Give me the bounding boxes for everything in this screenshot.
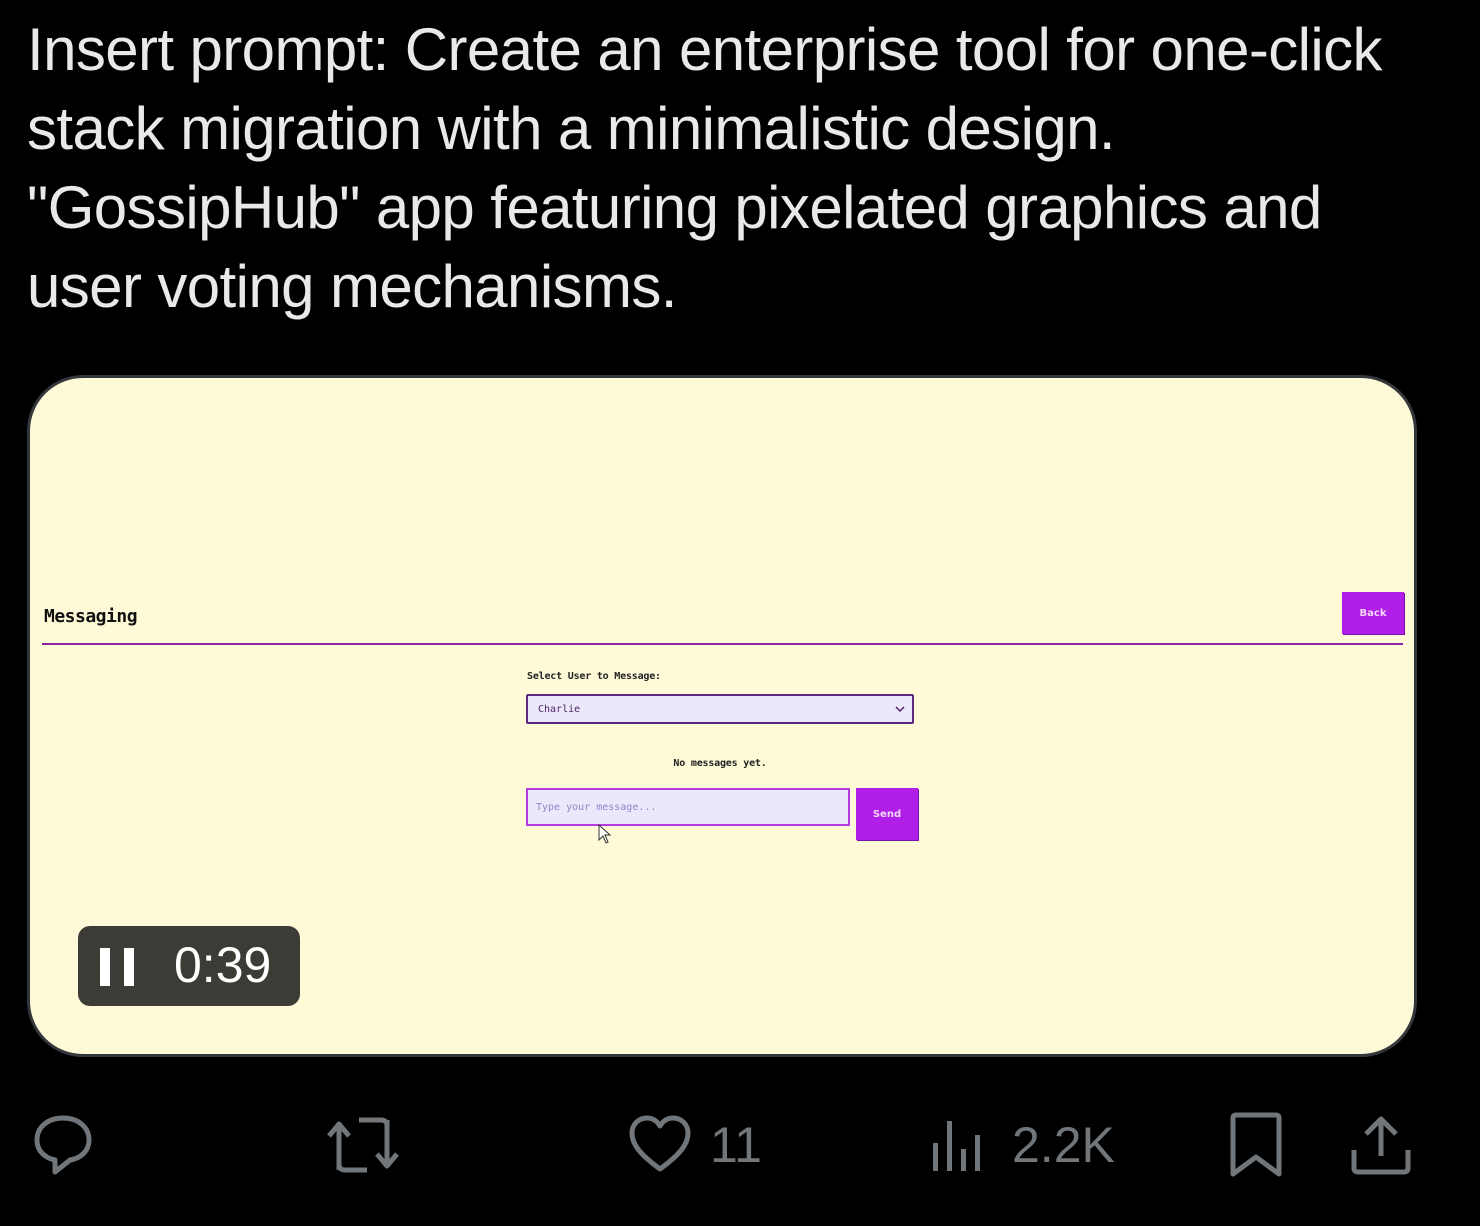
- bookmark-button[interactable]: [1228, 1110, 1284, 1180]
- send-button[interactable]: Send: [856, 788, 918, 840]
- app-header: Messaging Back: [42, 592, 1404, 642]
- select-user-label: Select User to Message:: [527, 671, 661, 682]
- views-button[interactable]: 2.2K: [930, 1110, 1115, 1180]
- header-divider: [42, 643, 1403, 645]
- chevron-down-icon: [895, 706, 905, 713]
- playback-control[interactable]: 0:39: [78, 926, 300, 1006]
- reply-button[interactable]: [30, 1110, 96, 1180]
- post-text: Insert prompt: Create an enterprise tool…: [27, 16, 1383, 320]
- selected-user: Charlie: [538, 704, 581, 715]
- bookmark-icon: [1230, 1112, 1282, 1177]
- reply-icon: [34, 1115, 92, 1175]
- pause-icon: [100, 948, 136, 986]
- repost-button[interactable]: [325, 1110, 401, 1180]
- share-icon: [1351, 1116, 1411, 1175]
- repost-icon: [327, 1117, 399, 1173]
- like-count: 11: [710, 1117, 762, 1173]
- video-timestamp: 0:39: [174, 937, 272, 993]
- share-button[interactable]: [1350, 1110, 1412, 1180]
- user-select-dropdown[interactable]: Charlie: [526, 694, 914, 724]
- like-button[interactable]: 11: [628, 1110, 762, 1180]
- mouse-cursor-icon: [598, 824, 612, 844]
- no-messages-text: No messages yet.: [673, 758, 767, 769]
- views-chart-icon: [933, 1121, 980, 1171]
- heart-icon: [629, 1115, 691, 1172]
- post-action-bar: 11 2.2K: [0, 1110, 1480, 1190]
- view-count: 2.2K: [1012, 1117, 1115, 1173]
- video-player[interactable]: Messaging Back Select User to Message: C…: [27, 375, 1417, 1057]
- page-title: Messaging: [44, 606, 138, 627]
- message-input[interactable]: [526, 788, 850, 826]
- back-button[interactable]: Back: [1342, 592, 1404, 634]
